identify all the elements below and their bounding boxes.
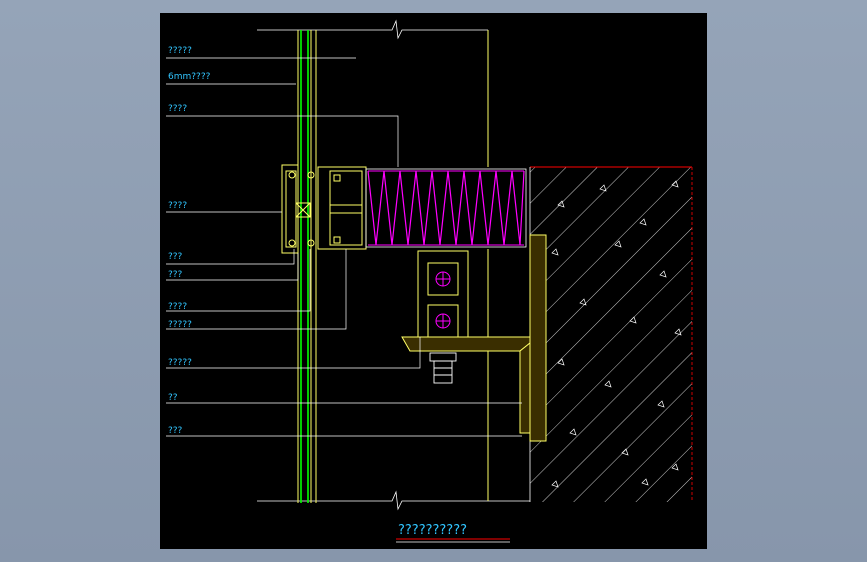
label-8: ????? [168, 320, 192, 330]
label-2: 6mm???? [168, 72, 211, 82]
concrete-wall [529, 166, 693, 502]
steel-connector [417, 250, 469, 338]
callout-labels: ????? 6mm???? ???? ???? ??? ??? ???? ???… [168, 46, 211, 436]
label-6: ??? [168, 270, 183, 280]
glass-panes [297, 30, 317, 503]
angle-bracket [401, 234, 547, 442]
section-drawing: ????? 6mm???? ???? ???? ??? ??? ???? ???… [166, 19, 693, 543]
drawing-title: ?????????? [398, 523, 467, 538]
cad-viewport[interactable]: ????? 6mm???? ???? ???? ??? ??? ???? ???… [160, 13, 707, 549]
drawing-title-block: ?????????? [396, 523, 510, 543]
label-11: ??? [168, 426, 183, 436]
label-4: ???? [168, 201, 187, 211]
pressure-plate [281, 164, 315, 254]
label-5: ??? [168, 252, 183, 262]
label-1: ????? [168, 46, 192, 56]
label-9: ????? [168, 358, 192, 368]
aluminium-mullion [317, 166, 367, 250]
label-7: ???? [168, 302, 187, 312]
label-10: ?? [168, 393, 178, 403]
anchor-bolt [429, 352, 457, 384]
label-3: ???? [168, 104, 187, 114]
insulation [365, 168, 527, 248]
